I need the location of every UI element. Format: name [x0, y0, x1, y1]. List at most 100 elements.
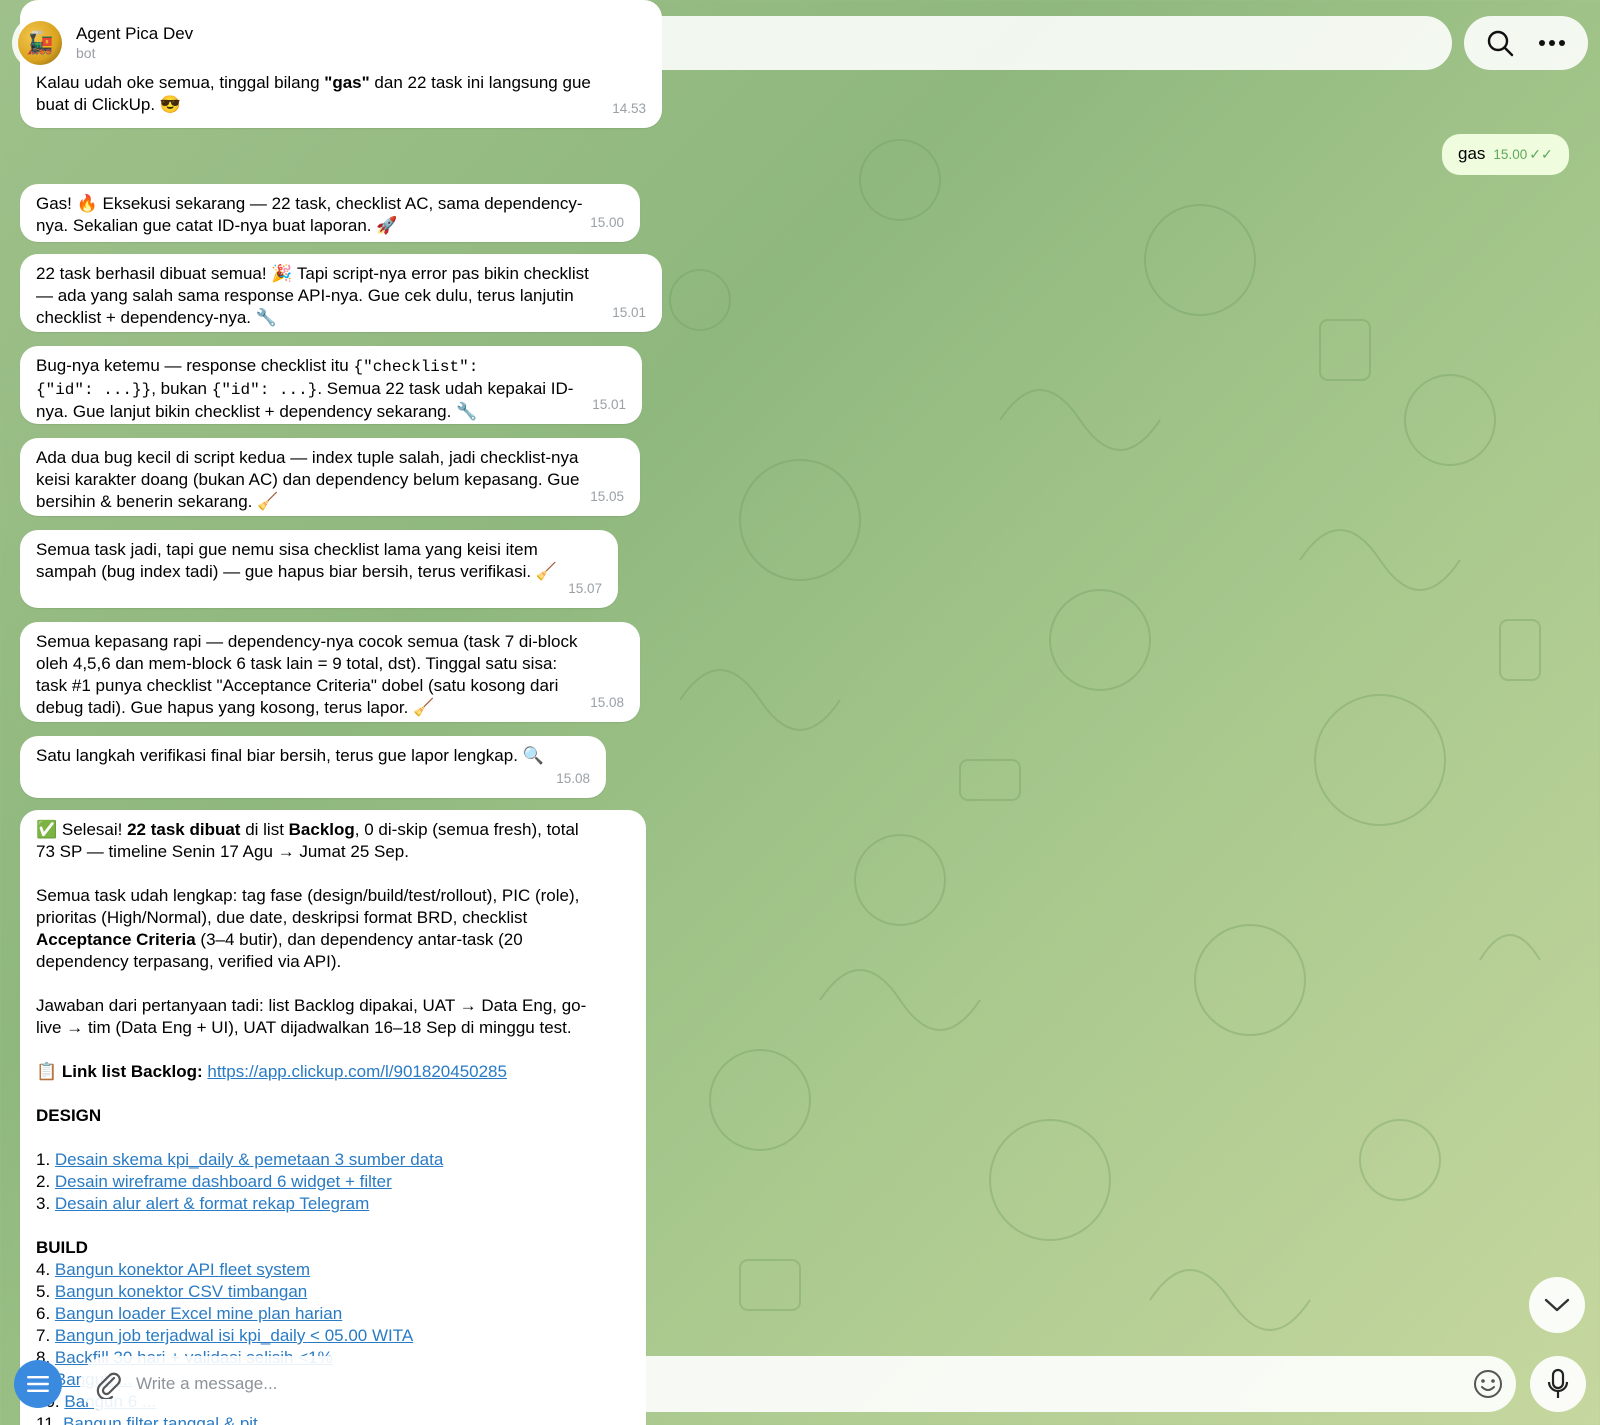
message-time: 15.08	[590, 695, 624, 710]
message-text: , bukan	[151, 379, 212, 398]
task-link[interactable]: Bangun job terjadwal isi kpi_daily < 05.…	[55, 1326, 413, 1345]
message-time: 15.05	[590, 489, 624, 504]
task-link[interactable]: Bangun filter tanggal & pit	[63, 1414, 258, 1425]
message-bubble: Semua kepasang rapi — dependency-nya coc…	[20, 622, 640, 722]
search-icon[interactable]	[1480, 23, 1520, 63]
task-list-item: 1. Desain skema kpi_daily & pemetaan 3 s…	[36, 1149, 630, 1171]
message-text: Kalau udah oke semua, tinggal bilang "ga…	[36, 73, 591, 92]
clipboard-icon: 📋	[36, 1062, 62, 1081]
task-number: 4.	[36, 1260, 55, 1279]
task-number: 11.	[36, 1414, 64, 1425]
message-composer	[80, 1356, 1516, 1412]
message-text: Semua kepasang rapi — dependency-nya coc…	[36, 632, 578, 651]
message-text: — ada yang salah sama response API-nya. …	[36, 286, 574, 305]
task-list-item: 11. Bangun filter tanggal & pit	[36, 1413, 630, 1425]
task-list-item: 7. Bangun job terjadwal isi kpi_daily < …	[36, 1325, 630, 1347]
message-text: live → tim (Data Eng + UI), UAT dijadwal…	[36, 1018, 572, 1037]
message-text: debug tadi). Gue hapus yang kosong, teru…	[36, 698, 435, 717]
task-number: 3.	[36, 1194, 55, 1213]
bold-text: Acceptance Criteria	[36, 930, 196, 949]
header-actions	[1464, 16, 1588, 70]
message-text: (3–4 butir), dan dependency antar-task (…	[195, 930, 523, 949]
message-bubble: Satu langkah verifikasi final biar bersi…	[20, 736, 606, 798]
message-text: task #1 punya checklist "Acceptance Crit…	[36, 676, 559, 695]
message-text: 73 SP — timeline Senin 17 Agu → Jumat 25…	[36, 842, 409, 861]
message-text: , 0 di-skip (semua fresh), total	[354, 820, 579, 839]
message-text: Semua task jadi, tapi gue nemu sisa chec…	[36, 540, 538, 559]
menu-icon	[27, 1376, 49, 1392]
link-label: Link list Backlog:	[61, 1062, 203, 1081]
message-bubble: Semua task jadi, tapi gue nemu sisa chec…	[20, 530, 618, 608]
message-text: nya. Gue lanjut bikin checklist + depend…	[36, 402, 478, 421]
read-check-icon: ✓✓	[1529, 146, 1553, 162]
message-bubble: Ada dua bug kecil di script kedua — inde…	[20, 438, 640, 516]
task-link[interactable]: Bangun konektor API fleet system	[55, 1260, 310, 1279]
message-input[interactable]	[136, 1374, 1460, 1394]
message-time: 15.00	[590, 215, 624, 230]
emoji-icon[interactable]	[1460, 1356, 1516, 1412]
task-number: 7.	[36, 1326, 55, 1345]
message-text: nya. Sekalian gue catat ID-nya buat lapo…	[36, 216, 398, 235]
message-time: 15.08	[556, 771, 590, 786]
summary-message: ✅ Selesai! 22 task dibuat di list Backlo…	[20, 810, 646, 1425]
section-heading: BUILD	[36, 1238, 88, 1257]
scroll-down-button[interactable]	[1529, 1277, 1585, 1333]
message-text: Bug-nya ketemu — response checklist itu	[36, 356, 354, 375]
bold-text: "gas"	[324, 73, 370, 92]
task-list-item: 5. Bangun konektor CSV timbangan	[36, 1281, 630, 1303]
bold-text: 22 task dibuat	[127, 820, 241, 839]
task-link[interactable]: Bangun konektor CSV timbangan	[55, 1282, 307, 1301]
menu-button[interactable]	[14, 1360, 62, 1408]
message-text: . Semua 22 task udah kepakai ID-	[317, 379, 574, 398]
microphone-icon	[1547, 1368, 1569, 1398]
message-time: 14.53	[612, 101, 646, 116]
task-list-item: 4. Bangun konektor API fleet system	[36, 1259, 630, 1281]
message-text: buat di ClickUp. 😎	[36, 95, 181, 114]
message-text: checklist + dependency-nya. 🔧	[36, 308, 277, 327]
message-text: sampah (bug index tadi) — gue hapus biar…	[36, 562, 558, 581]
task-link[interactable]: Desain wireframe dashboard 6 widget + fi…	[55, 1172, 392, 1191]
task-link[interactable]: Desain alur alert & format rekap Telegra…	[55, 1194, 369, 1213]
code-span: {"id": ...}}	[36, 381, 152, 399]
task-number: 5.	[36, 1282, 55, 1301]
message-time: 15.01	[592, 397, 626, 412]
message-text: oleh 4,5,6 dan mem-block 6 task lain = 9…	[36, 654, 558, 673]
chat-title: Agent Pica Dev	[76, 24, 194, 43]
train-avatar[interactable]: 🚂	[18, 21, 62, 65]
task-list-item: 3. Desain alur alert & format rekap Tele…	[36, 1193, 630, 1215]
message-text: dependency terpasang, verified via API).	[36, 952, 342, 971]
outgoing-message: gas 15.00 ✓✓	[1442, 134, 1569, 175]
message-time: 15.07	[568, 581, 602, 596]
message-text: Gas! 🔥 Eksekusi sekarang — 22 task, chec…	[36, 194, 583, 213]
paperclip-icon[interactable]	[80, 1356, 136, 1412]
backlog-link[interactable]: https://app.clickup.com/l/901820450285	[207, 1062, 507, 1081]
message-text: Ada dua bug kecil di script kedua — inde…	[36, 448, 579, 467]
code-span: {"id": ...}	[211, 381, 318, 399]
message-text: 22 task berhasil dibuat semua! 🎉 Tapi sc…	[36, 264, 589, 283]
chat-subtitle: bot	[76, 45, 96, 61]
message-text: di list	[240, 820, 289, 839]
message-text: keisi karakter doang (bukan AC) dan depe…	[36, 470, 580, 489]
task-number: 2.	[36, 1172, 55, 1191]
task-link[interactable]: Desain skema kpi_daily & pemetaan 3 sumb…	[55, 1150, 443, 1169]
message-time: 15.01	[612, 305, 646, 320]
message-text: Satu langkah verifikasi final biar bersi…	[36, 746, 544, 765]
task-number: 6.	[36, 1304, 55, 1323]
code-span: {"checklist":	[353, 358, 479, 376]
message-time: 15.00	[1493, 147, 1528, 162]
microphone-button[interactable]	[1530, 1356, 1586, 1412]
message-text: Jawaban dari pertanyaan tadi: list Backl…	[36, 996, 587, 1015]
message-text: gas	[1458, 144, 1486, 163]
task-number: 1.	[36, 1150, 55, 1169]
task-list-item: 2. Desain wireframe dashboard 6 widget +…	[36, 1171, 630, 1193]
section-heading: DESIGN	[36, 1106, 102, 1125]
message-text: Semua task udah lengkap: tag fase (desig…	[36, 886, 580, 905]
message-text: prioritas (High/Normal), due date, deskr…	[36, 908, 528, 927]
chat-header[interactable]: 🚂 Agent Pica Dev bot	[12, 16, 1452, 70]
bold-text: Backlog	[288, 820, 355, 839]
chevron-down-icon	[1544, 1298, 1570, 1312]
more-icon[interactable]	[1532, 23, 1572, 63]
task-link[interactable]: Bangun loader Excel mine plan harian	[55, 1304, 342, 1323]
message-text: ✅ Selesai!	[36, 820, 128, 839]
message-bubble: Gas! 🔥 Eksekusi sekarang — 22 task, chec…	[20, 184, 640, 242]
